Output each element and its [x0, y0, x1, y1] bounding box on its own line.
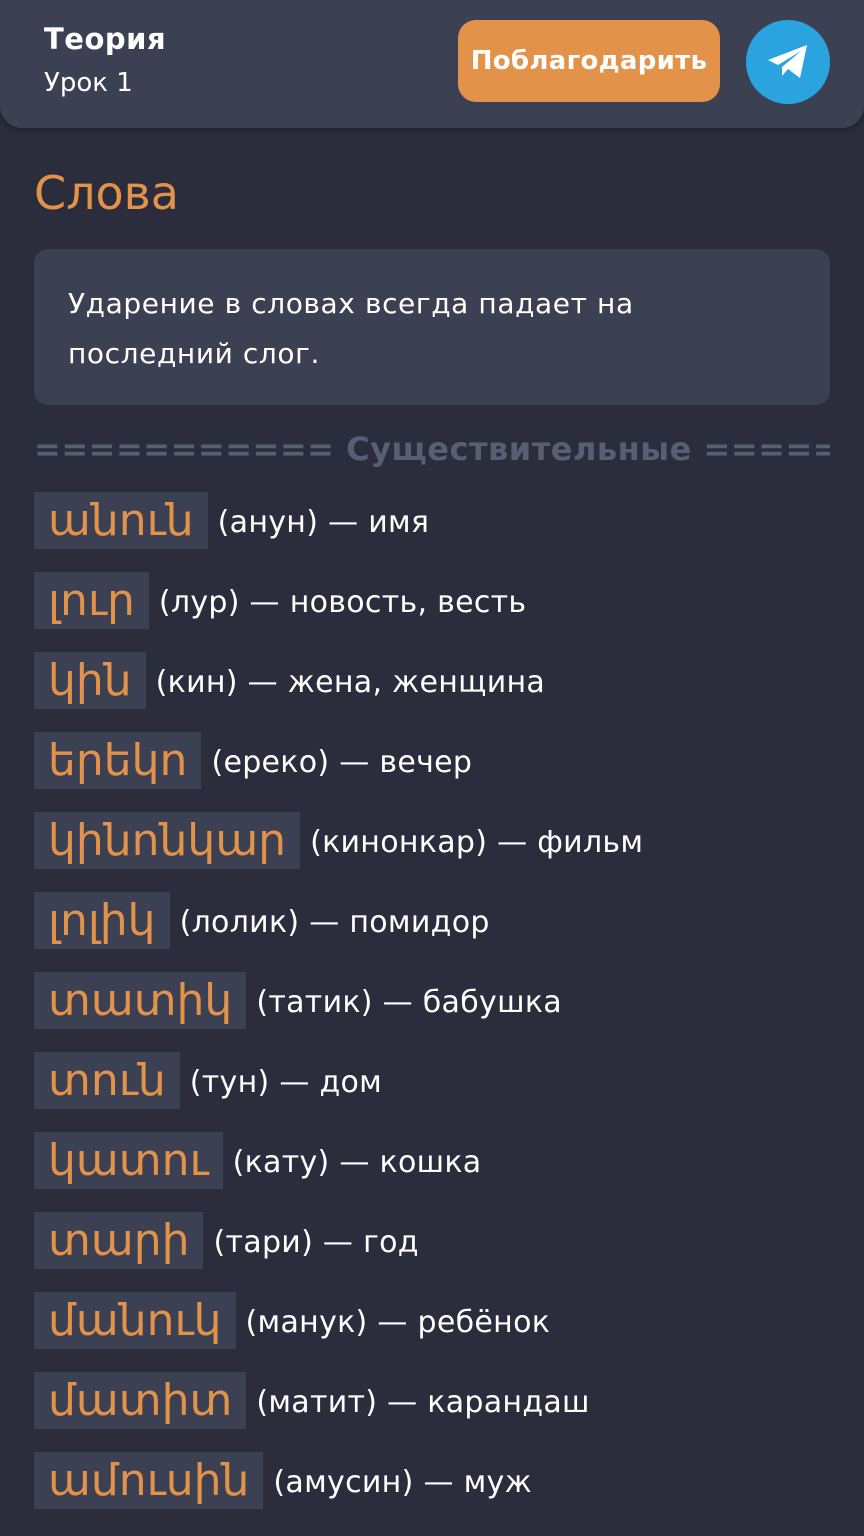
armenian-word: մատիտ — [34, 1372, 247, 1429]
word-translation: (манук) — ребёнок — [245, 1305, 551, 1340]
word-translation: (лолик) — помидор — [179, 905, 490, 940]
armenian-word: կինոնկար — [34, 812, 301, 869]
word-row: ամուսին (амусин) — муж — [34, 1452, 830, 1532]
word-list: անուն (анун) — имя լուր (лур) — новость, ве… — [34, 492, 830, 1532]
word-translation: (кин) — жена, женщина — [155, 665, 546, 700]
nouns-divider: =========== Существительные ========== — [34, 430, 830, 468]
page-title: Теория — [44, 22, 167, 56]
word-translation: (матит) — карандаш — [256, 1385, 590, 1420]
armenian-word: անուն — [34, 492, 208, 549]
armenian-word: կատու — [34, 1132, 223, 1189]
armenian-word: լուր — [34, 572, 149, 629]
word-translation: (анун) — имя — [217, 505, 430, 540]
word-translation: (тари) — год — [213, 1225, 419, 1260]
word-row: լուր (лур) — новость, весть — [34, 572, 830, 652]
telegram-icon — [768, 45, 807, 78]
word-translation: (лур) — новость, весть — [158, 585, 527, 620]
word-row: մանուկ (манук) — ребёнок — [34, 1292, 830, 1372]
word-translation: (ереко) — вечер — [211, 745, 473, 780]
word-translation: (амусин) — муж — [273, 1465, 532, 1500]
word-row: լոլիկ (лолик) — помидор — [34, 892, 830, 972]
word-translation: (кинонкар) — фильм — [310, 825, 644, 860]
armenian-word: կին — [34, 652, 146, 709]
stress-note: Ударение в словах всегда падает на после… — [34, 249, 830, 405]
telegram-button[interactable] — [746, 20, 830, 104]
armenian-word: տուն — [34, 1052, 180, 1109]
armenian-word: լոլիկ — [34, 892, 170, 949]
armenian-word: ամուսին — [34, 1452, 264, 1509]
word-row: մատիտ (матит) — карандаш — [34, 1372, 830, 1452]
word-row: կին (кин) — жена, женщина — [34, 652, 830, 732]
word-row: կատու (кату) — кошка — [34, 1132, 830, 1212]
armenian-word: երեկո — [34, 732, 202, 789]
thank-button[interactable]: Поблагодарить — [458, 20, 720, 102]
word-translation: (кату) — кошка — [232, 1145, 482, 1180]
word-row: անուն (анун) — имя — [34, 492, 830, 572]
word-row: տարի (тари) — год — [34, 1212, 830, 1292]
armenian-word: տարի — [34, 1212, 204, 1269]
lesson-subtitle: Урок 1 — [44, 68, 133, 98]
armenian-word: տատիկ — [34, 972, 247, 1029]
section-title: Слова — [34, 166, 179, 220]
word-row: կինոնկար (кинонкар) — фильм — [34, 812, 830, 892]
word-translation: (татик) — бабушка — [256, 985, 562, 1020]
top-bar: Теория Урок 1 Поблагодарить — [0, 0, 864, 128]
word-translation: (тун) — дом — [189, 1065, 383, 1100]
word-row: տատիկ (татик) — бабушка — [34, 972, 830, 1052]
word-row: երեկո (ереко) — вечер — [34, 732, 830, 812]
armenian-word: մանուկ — [34, 1292, 236, 1349]
word-row: տուն (тун) — дом — [34, 1052, 830, 1132]
